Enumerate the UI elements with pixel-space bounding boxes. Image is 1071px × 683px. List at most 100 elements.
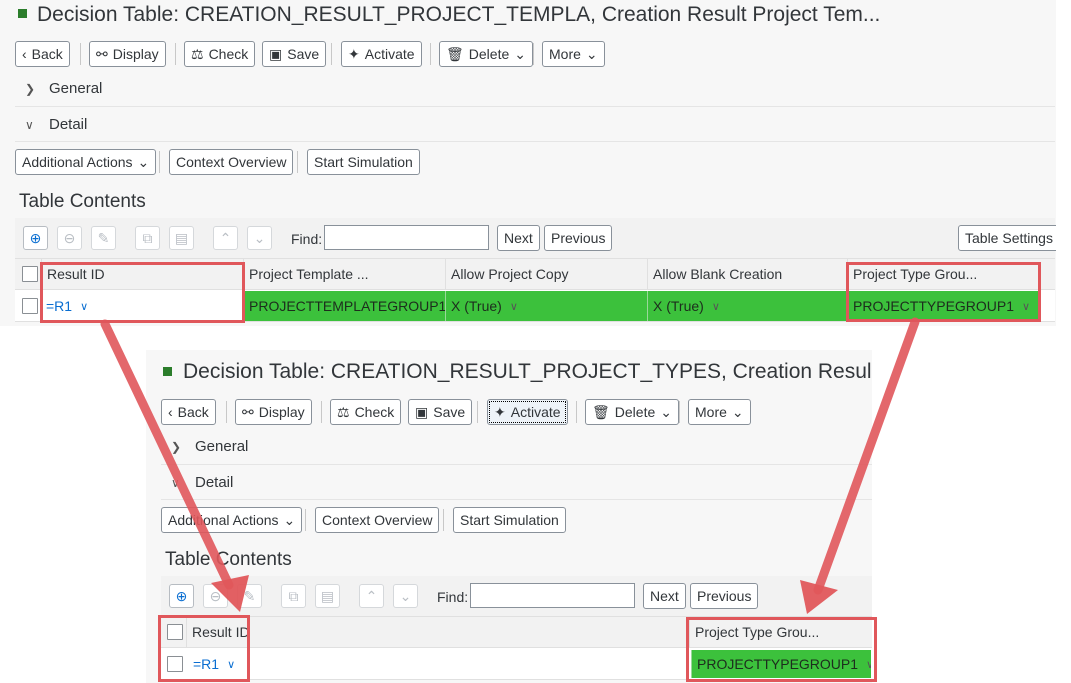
back-button[interactable]: ‹ Back — [161, 399, 216, 425]
divider — [15, 106, 1055, 107]
remove-row-icon[interactable]: ⊖ — [203, 584, 228, 608]
divider — [159, 151, 160, 173]
display-button[interactable]: ⚯ Display — [89, 41, 166, 67]
divider — [331, 43, 332, 65]
select-all-checkbox[interactable] — [22, 266, 38, 282]
add-row-icon[interactable]: ⊕ — [169, 584, 194, 608]
add-row-icon[interactable]: ⊕ — [23, 226, 48, 250]
page-title: Decision Table: CREATION_RESULT_PROJECT_… — [37, 3, 881, 26]
paste-icon[interactable]: ▤ — [315, 584, 340, 608]
table-settings-button[interactable]: Table Settings — [958, 225, 1056, 251]
balance-icon: ⚖ — [191, 45, 204, 62]
chevron-down-icon: ∨ — [25, 117, 34, 132]
table-contents-heading: Table Contents — [19, 191, 146, 212]
magic-wand-icon: ✦ — [494, 403, 506, 420]
divider — [297, 151, 298, 173]
find-label: Find: — [291, 231, 323, 247]
additional-actions-button[interactable]: Additional Actions ⌄ — [15, 149, 157, 175]
delete-button[interactable]: 🗑 Delete ⌄ — [585, 399, 679, 425]
chevron-down-icon: ⌄ — [283, 511, 296, 528]
row-checkbox[interactable] — [22, 298, 38, 314]
find-input[interactable] — [324, 225, 489, 250]
table-contents-heading: Table Contents — [165, 549, 292, 570]
column-header-result-id[interactable]: Result ID — [186, 617, 689, 647]
more-button[interactable]: More ⌄ — [542, 41, 605, 67]
column-header-project-template[interactable]: Project Template ... — [243, 259, 445, 289]
back-button[interactable]: ‹ Back — [15, 41, 70, 67]
highlight-box-project-type-top — [846, 262, 1041, 322]
column-header-allow-project-copy[interactable]: Allow Project Copy — [445, 259, 647, 289]
chevron-left-icon: ‹ — [168, 404, 173, 420]
move-down-icon[interactable]: ⌄ — [247, 226, 272, 250]
divider — [576, 401, 577, 423]
start-simulation-button[interactable]: Start Simulation — [453, 507, 566, 533]
chevron-down-icon: ⌄ — [585, 45, 598, 62]
context-overview-button[interactable]: Context Overview — [315, 507, 440, 533]
status-marker — [163, 367, 172, 376]
additional-actions-button[interactable]: Additional Actions ⌄ — [161, 507, 303, 533]
find-input[interactable] — [470, 583, 635, 608]
next-button[interactable]: Next — [497, 225, 540, 251]
chevron-right-icon: ❯ — [171, 439, 182, 454]
save-button[interactable]: ▣ Save — [408, 399, 473, 425]
chevron-down-icon: ∨ — [711, 300, 720, 313]
move-up-icon[interactable]: ⌃ — [213, 226, 238, 250]
glasses-icon: ⚯ — [242, 403, 254, 420]
chevron-left-icon: ‹ — [22, 46, 27, 62]
divider — [443, 509, 444, 531]
chevron-down-icon: ⌄ — [660, 403, 672, 420]
highlight-box-result-id-bottom — [158, 615, 250, 682]
activate-button[interactable]: ✦ Activate — [341, 41, 422, 67]
status-marker — [18, 9, 27, 18]
divider — [321, 401, 322, 423]
divider — [175, 43, 176, 65]
copy-icon[interactable]: ⧉ — [281, 584, 306, 608]
section-detail[interactable]: ∨ Detail — [25, 116, 87, 133]
previous-button[interactable]: Previous — [544, 225, 613, 251]
delete-button[interactable]: 🗑 Delete ⌄ — [439, 41, 533, 67]
divider — [161, 499, 872, 500]
divider — [161, 464, 872, 465]
move-down-icon[interactable]: ⌄ — [393, 584, 418, 608]
context-overview-button[interactable]: Context Overview — [169, 149, 294, 175]
highlight-box-project-type-bottom — [686, 617, 877, 682]
chevron-down-icon: ∨ — [509, 300, 518, 313]
chevron-right-icon: ❯ — [25, 81, 36, 96]
remove-row-icon[interactable]: ⊖ — [57, 226, 82, 250]
display-button[interactable]: ⚯ Display — [235, 399, 312, 425]
chevron-down-icon: ⌄ — [731, 403, 744, 420]
trash-icon: 🗑 — [446, 45, 464, 62]
move-up-icon[interactable]: ⌃ — [359, 584, 384, 608]
section-detail[interactable]: ∨ Detail — [171, 474, 233, 491]
previous-button[interactable]: Previous — [690, 583, 759, 609]
page-title: Decision Table: CREATION_RESULT_PROJECT_… — [183, 360, 872, 383]
divider — [477, 401, 478, 423]
check-button[interactable]: ⚖ Check — [330, 399, 402, 425]
save-icon: ▣ — [269, 45, 283, 62]
more-button[interactable]: More ⌄ — [688, 399, 751, 425]
divider — [305, 509, 306, 531]
divider — [226, 401, 227, 423]
edit-icon[interactable]: ✎ — [91, 226, 116, 250]
chevron-down-icon: ∨ — [171, 475, 180, 490]
copy-icon[interactable]: ⧉ — [135, 226, 160, 250]
check-button[interactable]: ⚖ Check — [184, 41, 256, 67]
highlight-box-result-id-top — [40, 262, 245, 323]
section-general[interactable]: ❯ General — [171, 438, 248, 455]
project-template-cell[interactable]: PROJECTTEMPLATEGROUP1 — [243, 291, 445, 321]
paste-icon[interactable]: ▤ — [169, 226, 194, 250]
next-button[interactable]: Next — [643, 583, 686, 609]
edit-icon[interactable]: ✎ — [237, 584, 262, 608]
balance-icon: ⚖ — [337, 403, 350, 420]
divider — [80, 43, 81, 65]
column-header-allow-blank-creation[interactable]: Allow Blank Creation — [647, 259, 847, 289]
section-general[interactable]: ❯ General — [25, 80, 102, 97]
start-simulation-button[interactable]: Start Simulation — [307, 149, 420, 175]
activate-button[interactable]: ✦ Activate — [487, 399, 568, 425]
save-button[interactable]: ▣ Save — [262, 41, 327, 67]
trash-icon: 🗑 — [592, 403, 610, 420]
allow-blank-creation-cell[interactable]: X (True) ∨ — [647, 291, 847, 321]
chevron-down-icon: ⌄ — [514, 45, 526, 62]
allow-project-copy-cell[interactable]: X (True) ∨ — [445, 291, 647, 321]
divider — [679, 401, 680, 423]
